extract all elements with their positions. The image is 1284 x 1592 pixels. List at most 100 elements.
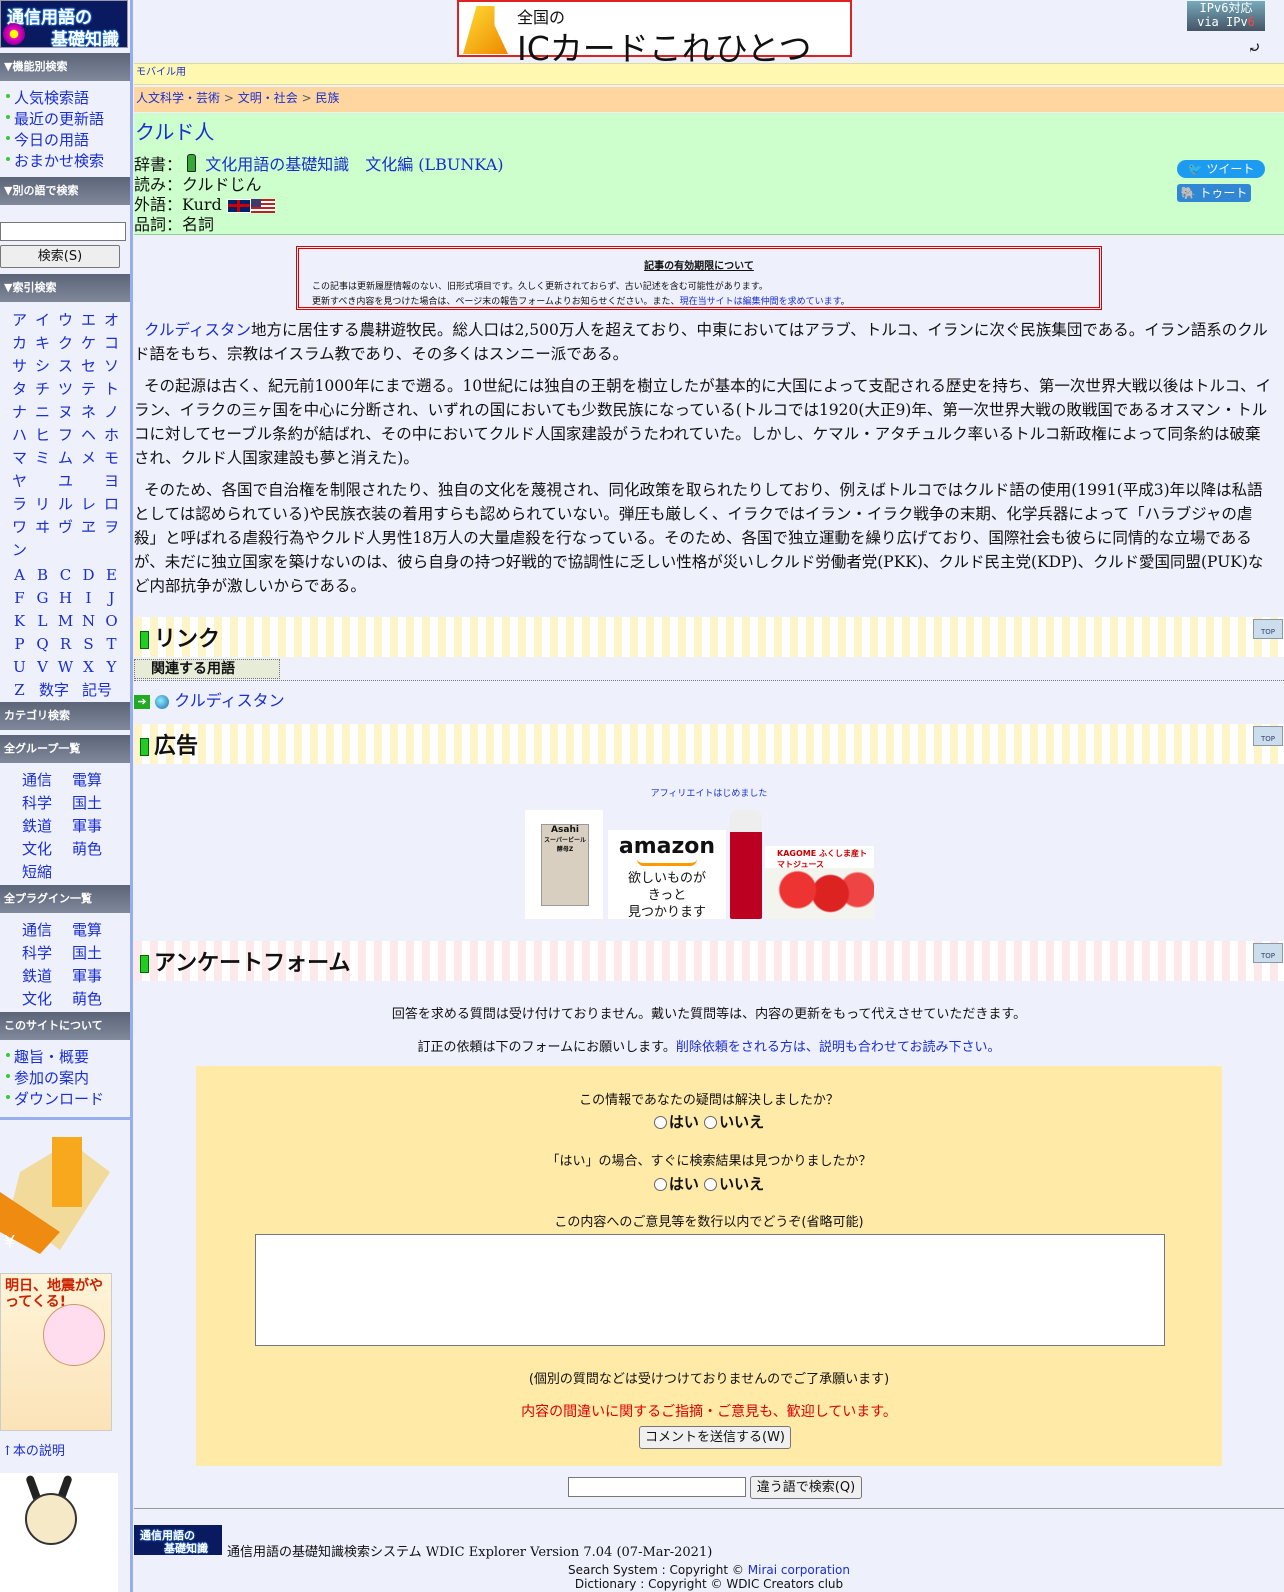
breadcrumb-item[interactable]: 民族 (315, 91, 339, 105)
breadcrumb-item[interactable]: 文明・社会 (238, 91, 298, 105)
kana-index-link[interactable]: ロ (100, 493, 123, 516)
plugin-link[interactable]: 鉄道 (22, 965, 72, 988)
kana-index-link[interactable]: ル (54, 493, 77, 516)
alpha-index-link[interactable]: J (100, 587, 123, 610)
group-link[interactable]: 国土 (72, 792, 122, 815)
kana-index-link[interactable]: ン (8, 539, 31, 562)
kana-index-link[interactable]: ヱ (77, 516, 100, 539)
group-link[interactable]: 鉄道 (22, 815, 72, 838)
q2-yes-radio[interactable] (653, 1178, 667, 1191)
kana-index-link[interactable]: ヘ (77, 424, 100, 447)
book-caption-link[interactable]: ↑本の説明 (2, 1440, 65, 1459)
alpha-index-link[interactable]: 記号 (77, 679, 117, 702)
kana-index-link[interactable]: ヲ (100, 516, 123, 539)
group-link[interactable]: 通信 (22, 769, 72, 792)
alpha-index-link[interactable]: H (54, 587, 77, 610)
kurdistan-link[interactable]: クルディスタン (144, 321, 251, 339)
ipv6-badge[interactable]: IPv6対応 via IPv6 (1187, 1, 1265, 31)
footer-logo[interactable]: 通信用語の 基礎知識 (134, 1525, 222, 1555)
kana-index-link[interactable]: ユ (54, 470, 77, 493)
alpha-index-link[interactable]: Q (31, 633, 54, 656)
breadcrumb-item[interactable]: 人文科学・芸術 (136, 91, 220, 105)
kana-index-link[interactable]: ラ (8, 493, 31, 516)
group-link[interactable]: 文化 (22, 838, 72, 861)
kana-index-link[interactable]: ニ (31, 401, 54, 424)
other-search-heading[interactable]: ▼別の語で検索 (0, 177, 130, 205)
deletion-request-link[interactable]: 削除依頼をされる方は、説明も合わせてお読み下さい。 (676, 1040, 1001, 1055)
kana-index-link[interactable]: ホ (100, 424, 123, 447)
kana-index-link[interactable]: ク (54, 332, 77, 355)
kana-index-link[interactable]: セ (77, 355, 100, 378)
kana-index-link[interactable]: ケ (77, 332, 100, 355)
sidebar-item-random[interactable]: おまかせ検索 (0, 151, 128, 172)
plugin-link[interactable]: 萌色 (72, 988, 122, 1011)
return-arrow-icon[interactable]: ⤾ (1248, 38, 1261, 57)
mobile-link[interactable]: モバイル用 (136, 67, 186, 78)
book-ad-image[interactable]: 明日、地震がやってくる! (0, 1273, 112, 1431)
kana-index-link[interactable]: メ (77, 447, 100, 470)
kana-index-link[interactable]: コ (100, 332, 123, 355)
kana-index-link[interactable]: キ (31, 332, 54, 355)
alpha-index-link[interactable]: Y (100, 656, 123, 679)
alpha-index-link[interactable]: G (31, 587, 54, 610)
alpha-index-link[interactable]: E (100, 564, 123, 587)
kana-index-link[interactable]: ハ (8, 424, 31, 447)
kana-index-link[interactable]: ト (100, 378, 123, 401)
kana-index-link[interactable]: イ (31, 309, 54, 332)
alpha-index-link[interactable]: K (8, 610, 31, 633)
top-button[interactable]: TOP (1253, 619, 1283, 639)
toot-button[interactable]: 🐘 トゥート (1177, 184, 1251, 202)
alpha-index-link[interactable]: D (77, 564, 100, 587)
comment-textarea[interactable] (255, 1234, 1165, 1346)
group-link[interactable]: 電算 (72, 769, 122, 792)
kana-index-link[interactable]: ネ (77, 401, 100, 424)
kana-index-link[interactable]: ヰ (31, 516, 54, 539)
plugin-link[interactable]: 文化 (22, 988, 72, 1011)
group-link[interactable]: 萌色 (72, 838, 122, 861)
alpha-index-link[interactable]: L (31, 610, 54, 633)
kana-index-link[interactable]: ヨ (100, 470, 123, 493)
alpha-index-link[interactable]: B (31, 564, 54, 587)
kana-index-link[interactable]: ノ (100, 401, 123, 424)
alpha-index-link[interactable]: N (77, 610, 100, 633)
sidebar-item-download[interactable]: ダウンロード (0, 1089, 128, 1110)
alpha-index-link[interactable]: W (54, 656, 77, 679)
group-link[interactable]: 科学 (22, 792, 72, 815)
kana-index-link[interactable]: ヌ (54, 401, 77, 424)
sidebar-item-overview[interactable]: 趣旨・概要 (0, 1047, 128, 1068)
alpha-index-link[interactable]: A (8, 564, 31, 587)
sidebar-search-input[interactable] (0, 222, 126, 241)
kana-index-link[interactable]: チ (31, 378, 54, 401)
top-button[interactable]: TOP (1253, 726, 1283, 746)
kana-index-link[interactable]: ウ (54, 309, 77, 332)
ic-card-banner[interactable]: 全国の ICカードこれひとつ (457, 0, 852, 68)
ic-card-ad-image[interactable]: ¥ (0, 1132, 118, 1254)
plugin-link[interactable]: 電算 (72, 919, 122, 942)
alpha-index-link[interactable]: F (8, 587, 31, 610)
kagome-ad[interactable]: KAGOME ふくしま産トマトジュース (765, 846, 874, 919)
kana-index-link[interactable]: ヴ (54, 516, 77, 539)
groups-heading[interactable]: 全グループ一覧 (0, 735, 130, 763)
plugin-link[interactable]: 軍事 (72, 965, 122, 988)
alpha-index-link[interactable]: T (100, 633, 123, 656)
alpha-index-link[interactable]: O (100, 610, 123, 633)
func-search-heading[interactable]: ▼機能別検索 (0, 53, 130, 81)
kana-index-link[interactable]: オ (100, 309, 123, 332)
sidebar-item-today[interactable]: 今日の用語 (0, 130, 128, 151)
kana-index-link[interactable]: ミ (31, 447, 54, 470)
kana-index-link[interactable]: フ (54, 424, 77, 447)
top-button[interactable]: TOP (1253, 943, 1283, 963)
plugin-link[interactable]: 通信 (22, 919, 72, 942)
sidebar-search-button[interactable]: 検索(S) (0, 245, 120, 268)
about-heading[interactable]: このサイトについて (0, 1012, 130, 1040)
kana-index-link[interactable]: ム (54, 447, 77, 470)
alpha-index-link[interactable]: V (31, 656, 54, 679)
bottom-search-input[interactable] (568, 1477, 746, 1497)
bottom-search-button[interactable]: 違う語で検索(Q) (750, 1476, 862, 1499)
group-link[interactable]: 短縮 (22, 861, 75, 884)
alpha-index-link[interactable]: R (54, 633, 77, 656)
kana-index-link[interactable]: ア (8, 309, 31, 332)
kana-index-link[interactable]: カ (8, 332, 31, 355)
alpha-index-link[interactable]: C (54, 564, 77, 587)
kana-index-link[interactable]: ヤ (8, 470, 31, 493)
